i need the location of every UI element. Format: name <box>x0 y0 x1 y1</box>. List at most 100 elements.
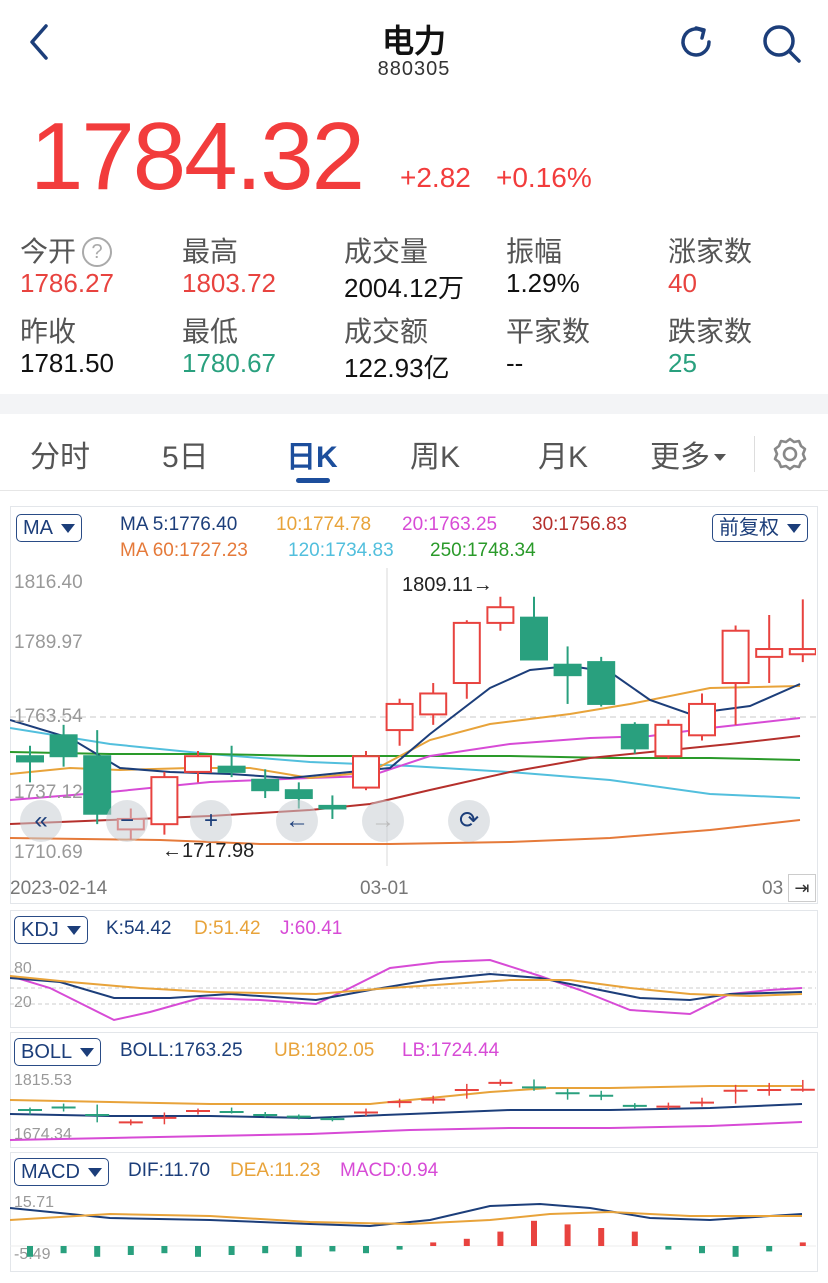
macd-bar <box>262 1246 269 1254</box>
macd-bar <box>161 1246 168 1254</box>
candle-body <box>251 778 280 792</box>
candlestick <box>217 745 246 778</box>
boll-selector[interactable]: BOLL <box>14 1038 102 1066</box>
dropdown-icon <box>66 926 81 935</box>
macd-bar <box>463 1238 470 1246</box>
dropdown-icon <box>80 1048 95 1057</box>
ma10-value: 10:1774.78 <box>276 514 372 535</box>
volume-value: 2004.12万 <box>344 273 464 303</box>
boll-mid: BOLL:1763.25 <box>120 1040 243 1061</box>
adjust-selector-label: 前复权 <box>719 517 779 539</box>
kdj-d: D:51.42 <box>194 918 261 939</box>
up-count-value: 40 <box>668 268 697 298</box>
macd-bar <box>598 1228 605 1246</box>
section-divider <box>0 394 828 414</box>
search-icon[interactable] <box>760 22 804 66</box>
low-value: 1780.67 <box>182 348 276 378</box>
candle-body <box>486 606 515 624</box>
flat-count-label: 平家数 <box>506 316 591 347</box>
tab-monthly-k[interactable]: 月K <box>538 432 588 476</box>
refresh-icon[interactable] <box>676 22 716 62</box>
ma250-value: 250:1748.34 <box>430 540 536 561</box>
macd-hist: MACD:0.94 <box>340 1160 439 1181</box>
kdj-j: J:60.41 <box>280 918 343 939</box>
candlestick <box>49 724 78 767</box>
forward-icon[interactable]: → <box>362 800 404 842</box>
fast-backward-icon[interactable]: « <box>20 800 62 842</box>
gear-icon[interactable] <box>770 434 810 474</box>
adjust-selector[interactable]: 前复权 <box>712 514 808 542</box>
jump-to-latest-icon[interactable]: ⇥ <box>788 874 816 902</box>
candlestick <box>385 698 414 746</box>
kdj-selector-label: KDJ <box>21 919 59 941</box>
macd-dif: DIF:11.70 <box>128 1160 211 1181</box>
dropdown-icon <box>87 1168 102 1177</box>
macd-bar <box>295 1246 302 1257</box>
candlestick <box>520 596 548 661</box>
date-mid: 03-01 <box>360 878 409 899</box>
macd-bar <box>27 1246 33 1257</box>
up-count-label: 涨家数 <box>668 236 753 267</box>
candle-body <box>184 755 212 773</box>
last-price: 1784.32 <box>30 103 365 210</box>
prev-close-value: 1781.50 <box>20 348 114 378</box>
tab-daily-k[interactable]: 日K <box>286 432 338 476</box>
macd-bar <box>228 1246 235 1255</box>
zoom-in-icon[interactable]: + <box>190 800 232 842</box>
price-change-pct: +0.16% <box>496 162 592 193</box>
tab-5day[interactable]: 5日 <box>162 432 209 476</box>
macd-bar <box>127 1246 134 1255</box>
macd-bar <box>732 1246 739 1257</box>
amplitude-label: 振幅 <box>506 236 563 267</box>
macd-bar <box>195 1246 201 1257</box>
ma-selector-label: MA <box>23 517 53 539</box>
macd-bar <box>631 1231 638 1246</box>
candle-body <box>284 789 313 800</box>
high-label: 最高 <box>182 236 239 267</box>
open-value: 1786.27 <box>20 268 114 298</box>
candle-body <box>721 629 750 685</box>
candlestick <box>251 769 280 799</box>
boll-selector-label: BOLL <box>21 1041 73 1063</box>
dropdown-icon <box>787 524 801 533</box>
macd-dea: DEA:11.23 <box>230 1160 321 1181</box>
rotate-icon[interactable]: ⟳ <box>448 800 490 842</box>
low-label: 最低 <box>182 316 239 347</box>
candlestick <box>654 719 683 759</box>
candle-body <box>688 702 716 737</box>
candle-body <box>553 663 582 677</box>
candle-body <box>755 648 784 658</box>
boll-lower: LB:1724.44 <box>402 1040 500 1061</box>
macd-bar <box>699 1246 705 1254</box>
candlestick <box>755 615 784 684</box>
ma5-value: MA 5:1776.40 <box>120 514 238 535</box>
macd-selector[interactable]: MACD <box>14 1158 109 1186</box>
max-price-label: 1809.11→ <box>402 574 493 596</box>
caret-down-icon <box>714 454 726 461</box>
boll-chart <box>10 1079 815 1141</box>
macd-bar <box>60 1246 67 1254</box>
dropdown-icon <box>61 524 75 533</box>
open-label: 今开 <box>20 236 77 267</box>
turnover-label: 成交额 <box>344 316 429 347</box>
candle-body <box>318 804 347 810</box>
candlestick <box>452 620 481 699</box>
tab-intraday[interactable]: 分时 <box>30 432 90 476</box>
kdj-selector[interactable]: KDJ <box>14 916 88 944</box>
ma120-value: 120:1734.83 <box>288 540 394 561</box>
down-count-value: 25 <box>668 348 697 378</box>
price-change: +2.82 <box>400 162 471 193</box>
candle-body <box>419 692 448 716</box>
macd-bar <box>665 1246 672 1250</box>
tab-more[interactable]: 更多 <box>650 432 726 476</box>
macd-bar <box>363 1246 369 1254</box>
down-count-label: 跌家数 <box>668 316 753 347</box>
tab-weekly-k[interactable]: 周K <box>410 432 460 476</box>
help-icon[interactable]: ? <box>82 237 113 267</box>
zoom-out-icon[interactable]: − <box>106 800 148 842</box>
back-icon[interactable]: ← <box>276 800 318 842</box>
candlestick <box>688 693 716 741</box>
turnover-value: 122.93亿 <box>344 353 450 383</box>
ma-selector[interactable]: MA <box>16 514 82 542</box>
candlestick <box>620 722 649 754</box>
